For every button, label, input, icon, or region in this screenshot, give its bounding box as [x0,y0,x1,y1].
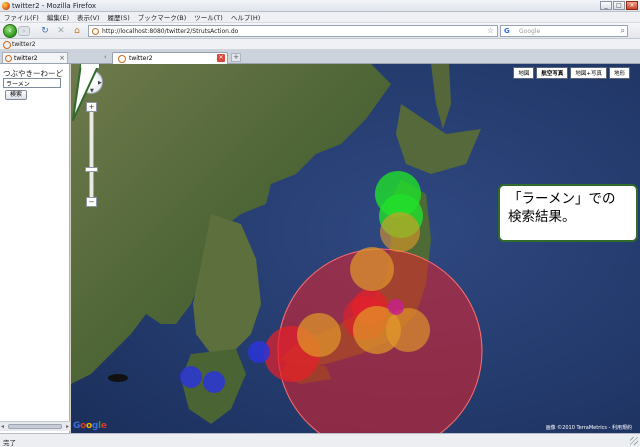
zoom-out-button[interactable]: − [86,197,97,207]
back-button[interactable]: ‹ [3,24,17,38]
maximize-button[interactable]: □ [613,1,625,10]
marker-magenta[interactable] [388,299,404,315]
close-window-button[interactable]: × [626,1,638,10]
scrollbar-thumb[interactable] [8,424,62,429]
scroll-right-icon[interactable]: ▸ [66,423,69,430]
sidebar-header: twitter2 × [2,52,68,63]
marker-blue-1[interactable] [248,341,270,363]
callout-line-2: 検索結果。 [508,209,576,225]
map-type-map-button[interactable]: 地図 [513,67,535,79]
google-logo[interactable]: Google [73,421,107,431]
new-tab-button[interactable]: + [231,53,241,62]
menu-history[interactable]: 履歴(S) [108,12,130,22]
stop-icon[interactable]: ✕ [56,26,66,36]
resize-grip-icon[interactable] [630,437,638,445]
window-title: twitter2 - Mozilla Firefox [12,2,97,10]
firefox-icon [2,2,10,10]
page-favicon-icon [92,28,99,35]
sidebar-horizontal-scrollbar[interactable]: ◂ ▸ [0,421,70,431]
search-placeholder: Google [519,28,541,35]
tab-twitter2[interactable]: twitter2 × [112,52,228,64]
map-copyright: 画像 ©2010 TerraMetrics - 利用規約 [545,425,632,431]
zoom-slider-thumb[interactable] [85,167,98,172]
marker-blue-2[interactable] [180,366,202,388]
status-text: 完了 [3,439,16,447]
title-bar: twitter2 - Mozilla Firefox _ □ × [0,0,640,12]
menu-bar: ファイル(F) 編集(E) 表示(V) 履歴(S) ブックマーク(B) ツール(… [0,12,640,23]
url-text: http://localhost:8080/twitter2/StrutsAct… [102,28,239,35]
map-type-terrain-button[interactable]: 地形 [608,67,630,79]
menu-tools[interactable]: ツール(T) [194,12,223,22]
status-bar: 完了 [0,433,640,447]
marker-orange-2[interactable] [297,313,341,357]
sidebar-title: twitter2 [14,55,38,62]
bookmarks-toolbar: twitter2 [0,39,640,50]
keyword-input[interactable] [3,78,61,88]
navigation-toolbar: ‹ › ↻ ✕ ⌂ http://localhost:8080/twitter2… [0,23,640,39]
home-icon[interactable]: ⌂ [72,26,82,36]
tab-label: twitter2 [129,55,153,62]
close-sidebar-icon[interactable]: × [59,54,65,62]
callout-tail [72,64,100,121]
sidebar-panel: つぶやきーわーど 検索 [0,64,70,433]
reload-icon[interactable]: ↻ [40,26,50,36]
search-button[interactable]: 検索 [5,90,27,100]
google-search-engine-icon[interactable]: G [504,27,510,35]
bookmark-star-icon[interactable]: ☆ [487,26,494,35]
menu-file[interactable]: ファイル(F) [4,12,39,22]
marker-blue-3[interactable] [203,371,225,393]
menu-view[interactable]: 表示(V) [77,12,100,22]
scroll-left-icon[interactable]: ◂ [1,423,4,430]
menu-help[interactable]: ヘルプ(H) [231,12,260,22]
satellite-map [71,64,640,433]
forward-button[interactable]: › [18,26,30,36]
menu-bookmarks[interactable]: ブックマーク(B) [138,12,187,22]
jeju-island [108,374,128,382]
close-tab-icon[interactable]: × [217,54,225,62]
bookmark-item[interactable]: twitter2 [3,41,36,49]
map-type-control: 地図 航空写真 地図+写真 地形 [513,67,630,79]
menu-edit[interactable]: 編集(E) [47,12,69,22]
annotation-callout: 「ラーメン」での 検索結果。 [498,184,638,242]
map-type-hybrid-button[interactable]: 地図+写真 [570,67,607,79]
minimize-button[interactable]: _ [600,1,612,10]
map-type-satellite-button[interactable]: 航空写真 [536,67,569,79]
map-view[interactable]: ▲ ▼ ◀ ▶ + − 地図 航空写真 地図+写真 地形 「ラーメン」での 検索… [71,64,640,433]
search-box[interactable]: G Google ⌕ [500,25,628,37]
tab-scroll-left-icon[interactable]: ‹ [104,53,107,61]
marker-orange-north[interactable] [380,212,420,252]
marker-orange-1[interactable] [350,247,394,291]
tab-bar: twitter2 × ‹ twitter2 × + [0,50,640,64]
address-bar[interactable]: http://localhost:8080/twitter2/StrutsAct… [88,25,498,37]
search-icon[interactable]: ⌕ [621,26,625,36]
callout-line-1: 「ラーメン」での [508,191,616,207]
